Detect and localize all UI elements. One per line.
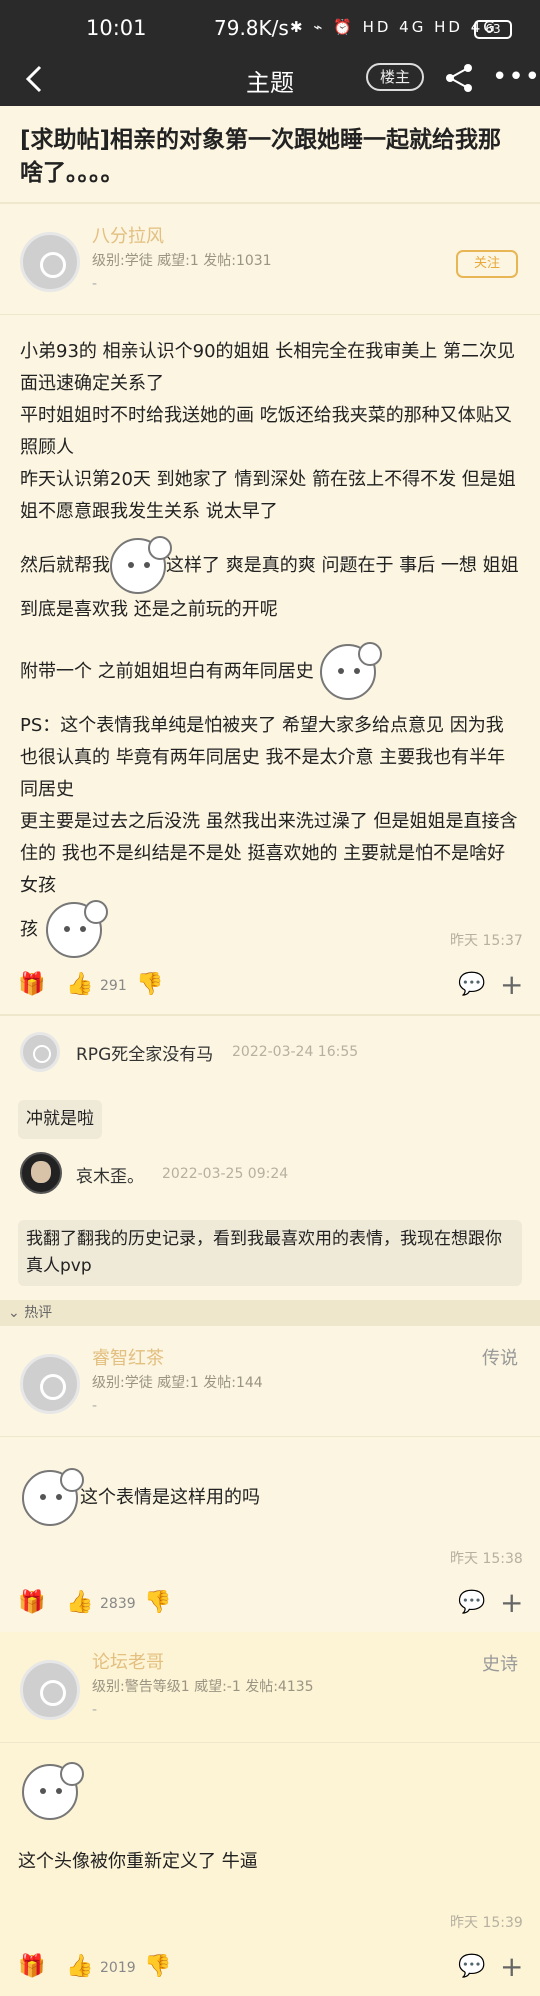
battery-icon: 63	[474, 20, 512, 39]
chibi-sticker-icon	[22, 1468, 84, 1526]
post-paragraph: PS：这个表情我单纯是怕被夹了 希望大家多给点意见 因为我也很认真的 毕竟有两年…	[20, 715, 506, 800]
gift-icon[interactable]: 🎁	[18, 972, 45, 997]
thumbs-up-icon[interactable]: 👍	[66, 972, 93, 997]
plus-icon[interactable]: +	[500, 1950, 523, 1983]
reply-time: 2022-03-25 09:24	[162, 1166, 289, 1182]
chibi-sticker-icon	[110, 536, 172, 594]
network-speed: 79.8K/s	[214, 16, 289, 40]
post-paragraph: 然后就帮我 这样了 爽是真的爽 问题在于 事后 一想 姐姐到底是喜欢我 还是之前玩…	[20, 536, 520, 626]
share-icon[interactable]	[442, 60, 478, 96]
divider	[0, 1014, 540, 1016]
comment-text: 这个表情是这样用的吗	[80, 1487, 260, 1508]
chibi-sticker-icon	[22, 1762, 84, 1820]
post-paragraph: 孩	[20, 900, 520, 958]
author-name[interactable]: 论坛老哥	[92, 1648, 164, 1674]
thumbs-up-icon[interactable]: 👍	[66, 1590, 93, 1615]
avatar[interactable]	[20, 232, 80, 292]
top-nav: 主题 楼主 •••	[0, 60, 540, 106]
divider	[0, 1742, 540, 1743]
gift-icon[interactable]: 🎁	[18, 1590, 45, 1615]
thumbs-up-icon[interactable]: 👍	[66, 1954, 93, 1979]
status-time: 10:01	[86, 16, 147, 40]
gift-icon[interactable]: 🎁	[18, 1954, 45, 1979]
thumbs-down-icon[interactable]: 👎	[144, 1954, 171, 1979]
chevron-down-icon: ⌄	[8, 1305, 25, 1321]
author-name[interactable]: 八分拉风	[92, 222, 164, 248]
reply-author[interactable]: RPG死全家没有马	[76, 1040, 213, 1065]
divider	[0, 1436, 540, 1437]
comment-icon[interactable]: 💬	[458, 972, 485, 997]
plus-icon[interactable]: +	[500, 968, 523, 1001]
post-paragraph: 更主要是过去之后没洗 虽然我出来洗过澡了 但是姐姐是直接含住的 我也不是纠结是不…	[20, 811, 518, 896]
post-time: 昨天 15:37	[450, 933, 523, 949]
divider	[0, 314, 540, 315]
like-count: 2019	[100, 1960, 136, 1976]
status-bar: 10:01 79.8K/s ✱ ⌁ ⏰ HD 4G HD 4G 63	[0, 0, 540, 60]
avatar[interactable]	[20, 1032, 60, 1072]
more-icon[interactable]: •••	[492, 62, 540, 92]
comment-time: 昨天 15:39	[450, 1915, 523, 1931]
avatar[interactable]	[20, 1354, 80, 1414]
status-icons: ✱ ⌁ ⏰ HD 4G HD 4G	[290, 18, 498, 36]
thumbs-down-icon[interactable]: 👎	[144, 1590, 171, 1615]
post-body: 小弟93的 相亲认识个90的姐姐 长相完全在我审美上 第二次见面迅速确定关系了 …	[20, 336, 520, 958]
comment-icon[interactable]: 💬	[458, 1954, 485, 1979]
comment-text: 这个头像被你重新定义了 牛逼	[18, 1851, 258, 1872]
hot-comments-header[interactable]: ⌄ 热评	[0, 1300, 540, 1326]
reply-bubble: 冲就是啦	[18, 1100, 102, 1139]
post-text: 然后就帮我	[20, 555, 110, 576]
comment-time: 昨天 15:38	[450, 1551, 523, 1567]
plus-icon[interactable]: +	[500, 1586, 523, 1619]
comment-icon[interactable]: 💬	[458, 1590, 485, 1615]
post-paragraph: 附带一个 之前姐姐坦白有两年同居史	[20, 642, 520, 700]
author-sign: -	[92, 1398, 98, 1414]
author-meta: 级别:学徒 威望:1 发帖:144	[92, 1375, 263, 1391]
op-only-button[interactable]: 楼主	[366, 63, 424, 91]
follow-button[interactable]: 关注	[456, 250, 518, 278]
author-sign: -	[92, 276, 98, 292]
hot-label: 热评	[24, 1305, 53, 1321]
reply-time: 2022-03-24 16:55	[232, 1044, 359, 1060]
avatar[interactable]	[20, 1660, 80, 1720]
post-paragraph: 平时姐姐时不时给我送她的画 吃饭还给我夹菜的那种又体贴又照顾人	[20, 405, 512, 458]
like-count: 2839	[100, 1596, 136, 1612]
author-name[interactable]: 睿智红茶	[92, 1344, 164, 1370]
author-sign: -	[92, 1702, 98, 1718]
reply-author[interactable]: 哀木歪。	[76, 1162, 144, 1187]
reply-bubble: 我翻了翻我的历史记录，看到我最喜欢用的表情，我现在想跟你真人pvp	[18, 1220, 522, 1286]
author-meta: 级别:学徒 威望:1 发帖:1031	[92, 253, 272, 269]
post-paragraph: 昨天认识第20天 到她家了 情到深处 箭在弦上不得不发 但是姐姐不愿意跟我发生关…	[20, 469, 516, 522]
thread-title: [求助帖]相亲的对象第一次跟她睡一起就给我那啥了。。。。	[20, 127, 502, 186]
avatar[interactable]	[20, 1152, 62, 1194]
divider	[0, 202, 540, 204]
like-count: 291	[100, 978, 127, 994]
author-rank: 传说	[482, 1348, 518, 1369]
post-paragraph: 小弟93的 相亲认识个90的姐姐 长相完全在我审美上 第二次见面迅速确定关系了	[20, 341, 515, 394]
post-text: 附带一个 之前姐姐坦白有两年同居史	[20, 661, 314, 682]
author-rank: 史诗	[482, 1654, 518, 1675]
author-meta: 级别:警告等级1 威望:-1 发帖:4135	[92, 1679, 314, 1695]
thumbs-down-icon[interactable]: 👎	[136, 972, 163, 997]
chibi-sticker-icon	[46, 900, 108, 958]
chibi-sticker-icon	[319, 642, 382, 700]
